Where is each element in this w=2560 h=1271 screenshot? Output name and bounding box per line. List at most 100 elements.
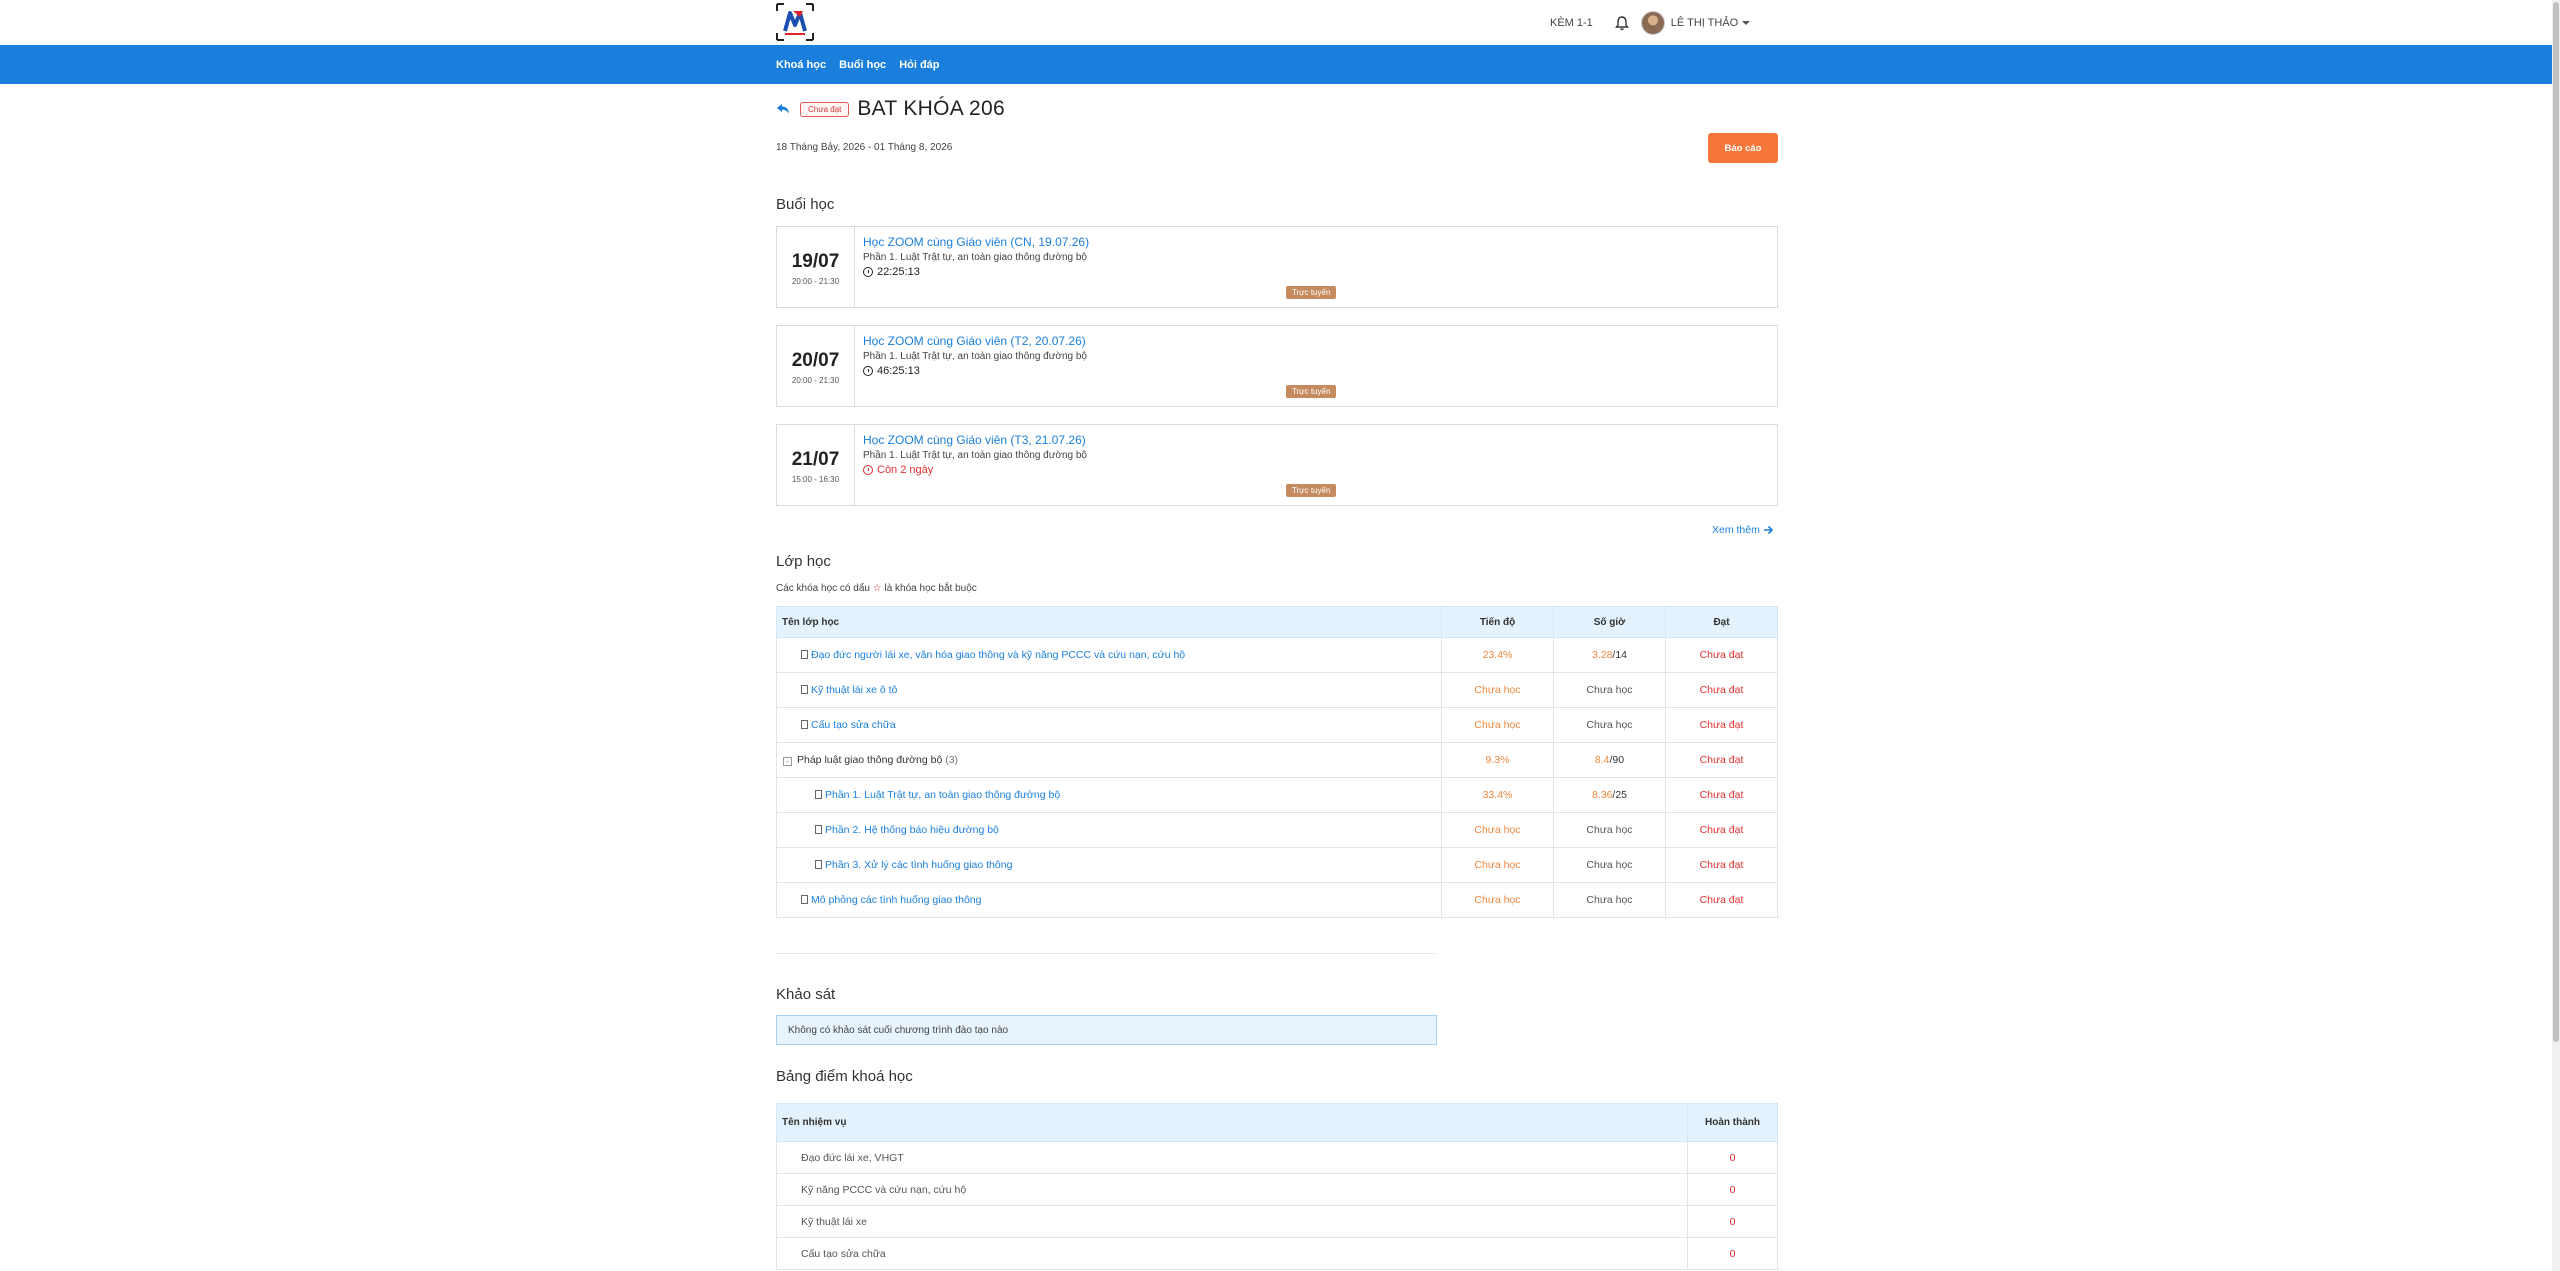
session-title-link[interactable]: Học ZOOM cùng Giáo viên (T2, 20.07.26) <box>863 334 1087 348</box>
main-nav: Khoá học Buổi học Hỏi đáp <box>0 45 2552 84</box>
class-link[interactable]: Phần 3. Xử lý các tình huống giao thông <box>825 859 1012 871</box>
user-area: KÈM 1-1 LÊ THỊ THẢO <box>1550 0 1751 45</box>
session-time: 20:00 - 21:30 <box>791 376 840 385</box>
note-text-after: là khóa học bắt buộc <box>884 583 977 594</box>
hours-total: /14 <box>1612 649 1628 661</box>
hours-cell: Chưa học <box>1553 672 1666 708</box>
clock-icon <box>863 267 873 277</box>
scores-section-title: Bảng điểm khoá học <box>776 1068 913 1085</box>
session-countdown: Còn 2 ngày <box>863 464 1087 476</box>
pass-cell: Chưa đạt <box>1665 672 1778 708</box>
class-link[interactable]: Phần 2. Hệ thống báo hiệu đường bộ <box>825 824 999 836</box>
hours-total: /25 <box>1612 789 1628 801</box>
session-date: 19/07 20:00 - 21:30 <box>777 227 855 307</box>
document-icon <box>801 685 808 694</box>
note-text-before: Các khóa học có dấu <box>776 583 870 594</box>
bell-icon[interactable] <box>1614 15 1629 31</box>
document-icon <box>801 650 808 659</box>
class-cell: Phần 1. Luật Trật tự, an toàn giao thông… <box>776 777 1442 813</box>
hours-done: 8.4 <box>1594 754 1610 766</box>
pass-cell: Chưa đạt <box>1665 637 1778 673</box>
session-day: 20/07 <box>791 350 840 371</box>
session-card: 19/07 20:00 - 21:30 Học ZOOM cùng Giáo v… <box>776 226 1778 308</box>
session-title-link[interactable]: Học ZOOM cùng Giáo viên (T3, 21.07.26) <box>863 433 1087 447</box>
clock-icon <box>863 366 873 376</box>
session-card: 21/07 15:00 - 16:30 Học ZOOM cùng Giáo v… <box>776 424 1778 506</box>
hours-total: /90 <box>1609 754 1625 766</box>
table-header-row: Tên nhiệm vụ Hoàn thành <box>776 1103 1778 1142</box>
class-group-cell: - Pháp luật giao thông đường bộ (3) <box>776 742 1442 778</box>
task-done: 0 <box>1687 1173 1778 1206</box>
col-task-name: Tên nhiệm vụ <box>776 1103 1688 1142</box>
session-countdown-text: 46:25:13 <box>877 365 920 377</box>
document-icon <box>801 895 808 904</box>
scrollbar-thumb[interactable] <box>2553 2 2559 1042</box>
arrow-right-icon <box>1763 525 1773 535</box>
task-name: Kỹ năng PCCC và cứu nạn, cứu hộ <box>776 1173 1688 1206</box>
hours-cell: 8.4/90 <box>1553 742 1666 778</box>
class-link[interactable]: Cấu tạo sửa chữa <box>811 719 896 731</box>
pass-cell: Chưa đạt <box>1665 882 1778 918</box>
class-cell: Phần 2. Hệ thống báo hiệu đường bộ <box>776 812 1442 848</box>
table-row: Phần 3. Xử lý các tình huống giao thông … <box>776 847 1778 883</box>
col-hours: Số giờ <box>1553 606 1666 638</box>
nav-item-courses[interactable]: Khoá học <box>776 59 826 71</box>
progress-cell: Chưa học <box>1441 812 1554 848</box>
see-more-link[interactable]: Xem thêm <box>1712 524 1774 536</box>
hours-cell: Chưa học <box>1553 707 1666 743</box>
session-subtitle: Phần 1. Luật Trật tự, an toàn giao thông… <box>863 351 1087 362</box>
classes-table: Tên lớp học Tiến độ Số giờ Đạt Đạo đức n… <box>776 606 1778 918</box>
chevron-down-icon[interactable] <box>1742 20 1751 25</box>
hours-cell: Chưa học <box>1553 882 1666 918</box>
progress-cell: Chưa học <box>1441 882 1554 918</box>
page-scrollbar[interactable] <box>2552 0 2560 1271</box>
pass-cell: Chưa đạt <box>1665 777 1778 813</box>
session-countdown: 22:25:13 <box>863 266 1089 278</box>
status-badge: Chưa đạt <box>800 101 850 117</box>
report-button[interactable]: Báo cáo <box>1708 133 1778 163</box>
nav-item-qa[interactable]: Hỏi đáp <box>899 59 939 71</box>
class-cell: Kỹ thuật lái xe ô tô <box>776 672 1442 708</box>
sessions-section-title: Buổi học <box>776 196 835 213</box>
brand-logo[interactable] <box>776 3 814 41</box>
task-name: Đạo đức lái xe, VHGT <box>776 1141 1688 1174</box>
course-date-range: 18 Tháng Bảy, 2026 - 01 Tháng 8, 2026 <box>776 142 953 153</box>
pass-cell: Chưa đạt <box>1665 847 1778 883</box>
hours-done: 8.36 <box>1591 789 1613 801</box>
pass-cell: Chưa đạt <box>1665 742 1778 778</box>
session-title-link[interactable]: Học ZOOM cùng Giáo viên (CN, 19.07.26) <box>863 235 1089 249</box>
class-cell: Cấu tạo sửa chữa <box>776 707 1442 743</box>
session-subtitle: Phần 1. Luật Trật tự, an toàn giao thông… <box>863 450 1087 461</box>
class-link[interactable]: Phần 1. Luật Trật tự, an toàn giao thông… <box>825 789 1060 801</box>
document-icon <box>815 790 822 799</box>
task-done: 0 <box>1687 1237 1778 1270</box>
avatar[interactable] <box>1640 10 1665 35</box>
top-header: KÈM 1-1 LÊ THỊ THẢO <box>0 0 2560 45</box>
collapse-icon[interactable]: - <box>783 757 792 766</box>
progress-cell: Chưa học <box>1441 847 1554 883</box>
class-link[interactable]: Kỹ thuật lái xe ô tô <box>811 684 897 696</box>
user-name[interactable]: LÊ THỊ THẢO <box>1671 17 1738 29</box>
progress-cell: 9.3% <box>1441 742 1554 778</box>
task-name: Cấu tạo sửa chữa <box>776 1237 1688 1270</box>
session-day: 21/07 <box>791 449 840 470</box>
page-title: BAT KHÓA 206 <box>857 97 1005 120</box>
kem-link[interactable]: KÈM 1-1 <box>1550 17 1593 29</box>
session-countdown: 46:25:13 <box>863 365 1087 377</box>
session-countdown-text: Còn 2 ngày <box>877 464 934 476</box>
document-icon <box>815 860 822 869</box>
class-link[interactable]: Mô phỏng các tình huống giao thông <box>811 894 981 906</box>
clock-icon <box>863 465 873 475</box>
session-subtitle: Phần 1. Luật Trật tự, an toàn giao thông… <box>863 252 1087 263</box>
pass-cell: Chưa đạt <box>1665 812 1778 848</box>
class-cell: Phần 3. Xử lý các tình huống giao thông <box>776 847 1442 883</box>
task-done: 0 <box>1687 1205 1778 1238</box>
nav-item-sessions[interactable]: Buổi học <box>839 59 886 71</box>
classes-section-title: Lớp học <box>776 553 831 570</box>
table-row: Đạo đức lái xe, VHGT 0 <box>776 1141 1778 1174</box>
class-group-label: Pháp luật giao thông đường bộ <box>797 754 943 766</box>
col-class-name: Tên lớp học <box>776 606 1442 638</box>
back-arrow-icon[interactable] <box>776 103 790 115</box>
table-row: Đạo đức người lái xe, văn hóa giao thông… <box>776 637 1778 673</box>
class-link[interactable]: Đạo đức người lái xe, văn hóa giao thông… <box>811 649 1185 661</box>
